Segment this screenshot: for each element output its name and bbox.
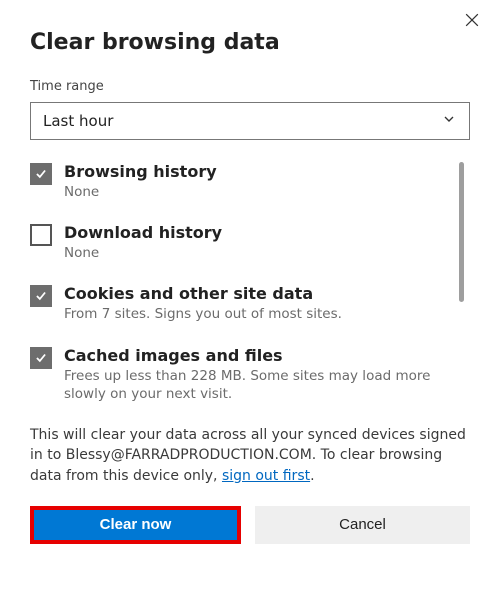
option-subtitle: From 7 sites. Signs you out of most site… xyxy=(64,305,342,323)
option-title: Cookies and other site data xyxy=(64,284,342,303)
clear-browsing-data-dialog: Clear browsing data Time range Last hour… xyxy=(0,0,500,564)
time-range-label: Time range xyxy=(30,79,470,94)
checkbox-browsing-history[interactable] xyxy=(30,163,52,185)
option-cookies: Cookies and other site data From 7 sites… xyxy=(30,284,446,323)
highlight-box: Clear now xyxy=(30,506,241,544)
scrollbar-thumb[interactable] xyxy=(459,162,464,302)
dialog-title: Clear browsing data xyxy=(30,30,470,55)
sign-out-link[interactable]: sign out first xyxy=(222,468,310,484)
close-button[interactable] xyxy=(462,10,482,34)
checkbox-cookies[interactable] xyxy=(30,285,52,307)
checkbox-cache[interactable] xyxy=(30,347,52,369)
option-download-history: Download history None xyxy=(30,223,446,262)
option-browsing-history: Browsing history None xyxy=(30,162,446,201)
cancel-button[interactable]: Cancel xyxy=(255,506,470,544)
option-title: Download history xyxy=(64,223,222,242)
clear-now-button[interactable]: Clear now xyxy=(34,510,237,540)
chevron-down-icon xyxy=(441,111,457,131)
info-suffix: . xyxy=(310,468,314,484)
sync-info-text: This will clear your data across all you… xyxy=(30,425,470,486)
time-range-value: Last hour xyxy=(43,112,113,130)
option-subtitle: Frees up less than 228 MB. Some sites ma… xyxy=(64,367,446,403)
option-title: Cached images and files xyxy=(64,346,446,365)
dialog-buttons: Clear now Cancel xyxy=(30,506,470,544)
option-cache: Cached images and files Frees up less th… xyxy=(30,346,446,403)
options-list: Browsing history None Download history N… xyxy=(30,162,470,403)
option-subtitle: None xyxy=(64,183,217,201)
option-subtitle: None xyxy=(64,244,222,262)
option-title: Browsing history xyxy=(64,162,217,181)
close-icon xyxy=(462,15,482,34)
time-range-select[interactable]: Last hour xyxy=(30,102,470,140)
checkbox-download-history[interactable] xyxy=(30,224,52,246)
